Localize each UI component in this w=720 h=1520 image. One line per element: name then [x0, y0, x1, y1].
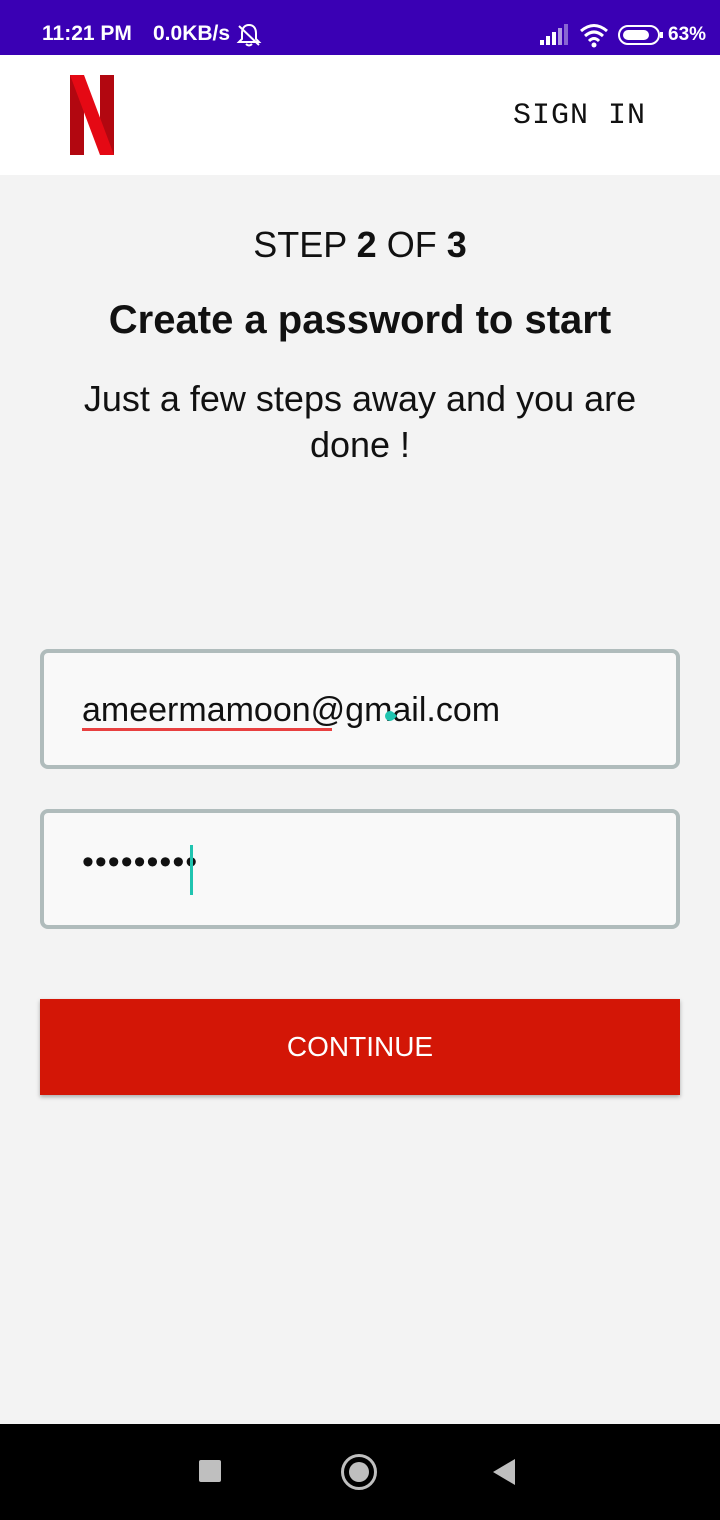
spellcheck-underline [82, 728, 332, 731]
email-value: ameermamoon@gmail.com [82, 691, 501, 729]
status-network-speed: 0.0KB/s [153, 22, 231, 45]
step-total: 3 [446, 224, 467, 265]
netflix-logo[interactable] [68, 75, 116, 155]
mute-bell-icon [236, 23, 262, 47]
step-prefix: STEP [253, 224, 357, 265]
page-subtitle: Just a few steps away and you are done ! [83, 378, 637, 465]
step-indicator: STEP 2 OF 3 [0, 224, 720, 266]
sign-in-link[interactable]: SIGN IN [513, 99, 646, 133]
signal-icon [540, 24, 568, 45]
email-field[interactable]: ameermamoon@gmail.com [40, 649, 680, 769]
step-current: 2 [356, 224, 377, 265]
back-icon[interactable] [493, 1459, 515, 1485]
page-title: Create a password to start [108, 298, 612, 342]
battery-icon [618, 25, 663, 45]
text-cursor [190, 845, 193, 895]
app-header: SIGN IN [0, 55, 720, 175]
system-nav-bar [0, 1424, 720, 1520]
home-icon[interactable] [341, 1454, 377, 1490]
continue-button[interactable]: CONTINUE [40, 999, 680, 1095]
wifi-icon [580, 24, 608, 48]
status-time: 11:21 PM [42, 22, 132, 45]
step-middle: OF [376, 224, 447, 265]
password-value: ••••••••• [82, 843, 199, 881]
password-field[interactable]: ••••••••• [40, 809, 680, 929]
status-bar: 11:21 PM 0.0KB/s 63% [0, 0, 720, 55]
battery-percent: 63% [668, 24, 707, 45]
recent-apps-icon[interactable] [199, 1460, 221, 1482]
